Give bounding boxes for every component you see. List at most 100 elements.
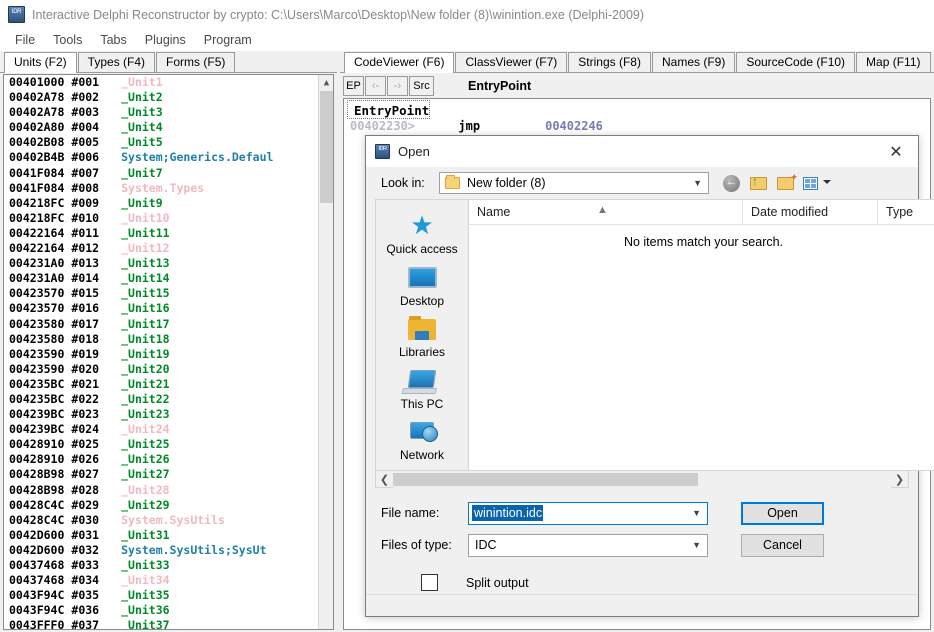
unit-row[interactable]: 004239BC #023 _Unit23 bbox=[4, 407, 333, 422]
units-list[interactable]: 00401000 #001 _Unit1 00402A78 #002 _Unit2 0040… bbox=[3, 74, 334, 630]
nav-forward-button[interactable]: -› bbox=[387, 76, 408, 96]
place-label: Libraries bbox=[398, 345, 446, 360]
dialog-title-bar: Open ✕ bbox=[366, 136, 918, 167]
unit-row[interactable]: 004235BC #022 _Unit22 bbox=[4, 392, 333, 407]
up-folder-icon[interactable] bbox=[748, 172, 770, 194]
unit-row[interactable]: 00428C4C #030 System.SysUtils bbox=[4, 513, 333, 528]
tab-names[interactable]: Names (F9) bbox=[651, 52, 736, 72]
scrollbar-thumb[interactable] bbox=[320, 91, 333, 203]
unit-name: _Unit5 bbox=[121, 135, 163, 150]
unit-row[interactable]: 00402A78 #002 _Unit2 bbox=[4, 90, 333, 105]
menu-item-file[interactable]: File bbox=[6, 31, 44, 49]
menu-item-tabs[interactable]: Tabs bbox=[91, 31, 135, 49]
file-list-horizontal-scrollbar[interactable]: ❮ ❯ bbox=[375, 470, 909, 488]
unit-row[interactable]: 004239BC #024 _Unit24 bbox=[4, 422, 333, 437]
unit-row[interactable]: 00428C4C #029 _Unit29 bbox=[4, 498, 333, 513]
unit-row[interactable]: 00423580 #018 _Unit18 bbox=[4, 332, 333, 347]
unit-index: #003 bbox=[71, 105, 100, 120]
unit-name: System;Generics.Defaul bbox=[121, 150, 274, 165]
unit-row[interactable]: 004218FC #009 _Unit9 bbox=[4, 196, 333, 211]
tab-forms[interactable]: Forms (F5) bbox=[156, 52, 236, 72]
new-folder-icon[interactable] bbox=[775, 172, 797, 194]
unit-row[interactable]: 0041F084 #008 System.Types bbox=[4, 181, 333, 196]
unit-row[interactable]: 0043F94C #035 _Unit35 bbox=[4, 588, 333, 603]
place-network[interactable]: Network bbox=[376, 418, 468, 463]
unit-row[interactable]: 00402B4B #006 System;Generics.Defaul bbox=[4, 150, 333, 165]
chevron-down-icon[interactable]: ▼ bbox=[693, 173, 702, 193]
unit-index: #019 bbox=[71, 346, 100, 361]
column-header-date[interactable]: Date modified bbox=[743, 199, 878, 225]
unit-row[interactable]: 00422164 #011 _Unit11 bbox=[4, 226, 333, 241]
unit-row[interactable]: 004235BC #021 _Unit21 bbox=[4, 377, 333, 392]
unit-row[interactable]: 0042D600 #032 System.SysUtils;SysUt bbox=[4, 543, 333, 558]
tab-strings[interactable]: Strings (F8) bbox=[568, 52, 651, 72]
entrypoint-button[interactable]: EP bbox=[343, 76, 364, 96]
unit-row[interactable]: 0042D600 #031 _Unit31 bbox=[4, 528, 333, 543]
unit-row[interactable]: 00423590 #020 _Unit20 bbox=[4, 362, 333, 377]
tab-classviewer[interactable]: ClassViewer (F7) bbox=[455, 52, 568, 72]
unit-row[interactable]: 00401000 #001 _Unit1 bbox=[4, 75, 333, 90]
tab-types[interactable]: Types (F4) bbox=[77, 52, 156, 72]
unit-index: #018 bbox=[71, 331, 100, 346]
tab-map[interactable]: Map (F11) bbox=[856, 52, 931, 72]
unit-row[interactable]: 00423570 #015 _Unit15 bbox=[4, 286, 333, 301]
unit-row[interactable]: 00402B08 #005 _Unit5 bbox=[4, 135, 333, 150]
unit-address: 00402A78 bbox=[9, 105, 65, 120]
file-name-input[interactable]: winintion.idc ▼ bbox=[468, 501, 708, 525]
source-button[interactable]: Src bbox=[409, 76, 434, 96]
tab-codeviewer[interactable]: CodeViewer (F6) bbox=[344, 52, 455, 73]
unit-row[interactable]: 004231A0 #014 _Unit14 bbox=[4, 271, 333, 286]
menu-item-program[interactable]: Program bbox=[195, 31, 261, 49]
unit-row[interactable]: 0043F94C #036 _Unit36 bbox=[4, 603, 333, 618]
scroll-up-icon[interactable]: ▲ bbox=[319, 75, 333, 90]
split-output-checkbox[interactable] bbox=[421, 574, 438, 591]
open-button[interactable]: Open bbox=[741, 501, 824, 525]
unit-row[interactable]: 00423590 #019 _Unit19 bbox=[4, 347, 333, 362]
cancel-button[interactable]: Cancel bbox=[741, 533, 824, 557]
chevron-down-icon[interactable]: ▼ bbox=[692, 535, 701, 556]
tab-units[interactable]: Units (F2) bbox=[4, 52, 77, 73]
unit-row[interactable]: 0043FFF0 #037 _Unit37 bbox=[4, 618, 333, 629]
unit-address: 00402A78 bbox=[9, 90, 65, 105]
instruction-address: 00402230> bbox=[350, 119, 416, 133]
place-libraries[interactable]: Libraries bbox=[376, 315, 468, 360]
unit-name: _Unit27 bbox=[121, 467, 170, 482]
nav-back-button[interactable]: ‹- bbox=[365, 76, 386, 96]
unit-row[interactable]: 00428910 #026 _Unit26 bbox=[4, 452, 333, 467]
unit-row[interactable]: 004231A0 #013 _Unit13 bbox=[4, 256, 333, 271]
unit-row[interactable]: 00428910 #025 _Unit25 bbox=[4, 437, 333, 452]
column-header-type[interactable]: Type bbox=[878, 200, 934, 225]
unit-row[interactable]: 00428B98 #028 _Unit28 bbox=[4, 483, 333, 498]
unit-row[interactable]: 0041F084 #007 _Unit7 bbox=[4, 166, 333, 181]
units-vertical-scrollbar[interactable]: ▲ bbox=[318, 75, 333, 629]
unit-row[interactable]: 00437468 #034 _Unit34 bbox=[4, 573, 333, 588]
menu-item-plugins[interactable]: Plugins bbox=[136, 31, 195, 49]
file-list[interactable]: Name ▲ Date modified Type No items match… bbox=[468, 199, 934, 471]
files-of-type-combo[interactable]: IDC ▼ bbox=[468, 533, 708, 557]
scroll-right-icon[interactable]: ❯ bbox=[891, 473, 908, 486]
hscroll-thumb[interactable] bbox=[393, 472, 698, 486]
close-icon[interactable]: ✕ bbox=[874, 136, 918, 167]
unit-row[interactable]: 00422164 #012 _Unit12 bbox=[4, 241, 333, 256]
views-icon[interactable] bbox=[802, 172, 831, 194]
place-quick-access[interactable]: Quick access bbox=[376, 211, 468, 257]
unit-row[interactable]: 00437468 #033 _Unit33 bbox=[4, 558, 333, 573]
unit-row[interactable]: 004218FC #010 _Unit10 bbox=[4, 211, 333, 226]
scroll-left-icon[interactable]: ❮ bbox=[376, 473, 393, 486]
back-icon[interactable] bbox=[721, 172, 743, 194]
unit-row[interactable]: 00402A78 #003 _Unit3 bbox=[4, 105, 333, 120]
unit-row[interactable]: 00428B98 #027 _Unit27 bbox=[4, 467, 333, 482]
unit-row[interactable]: 00402A80 #004 _Unit4 bbox=[4, 120, 333, 135]
place-this-pc[interactable]: This PC bbox=[376, 367, 468, 412]
unit-row[interactable]: 00423570 #016 _Unit16 bbox=[4, 301, 333, 316]
tab-sourcecode[interactable]: SourceCode (F10) bbox=[736, 52, 856, 72]
unit-row[interactable]: 00423580 #017 _Unit17 bbox=[4, 317, 333, 332]
hscroll-track[interactable] bbox=[393, 470, 891, 488]
look-in-combo[interactable]: New folder (8) ▼ bbox=[439, 172, 709, 194]
place-desktop[interactable]: Desktop bbox=[376, 264, 468, 309]
chevron-down-icon[interactable]: ▼ bbox=[692, 503, 701, 524]
menu-item-tools[interactable]: Tools bbox=[44, 31, 91, 49]
column-header-name[interactable]: Name ▲ bbox=[469, 199, 743, 225]
place-label: Desktop bbox=[399, 293, 445, 308]
unit-name: _Unit11 bbox=[121, 225, 170, 240]
